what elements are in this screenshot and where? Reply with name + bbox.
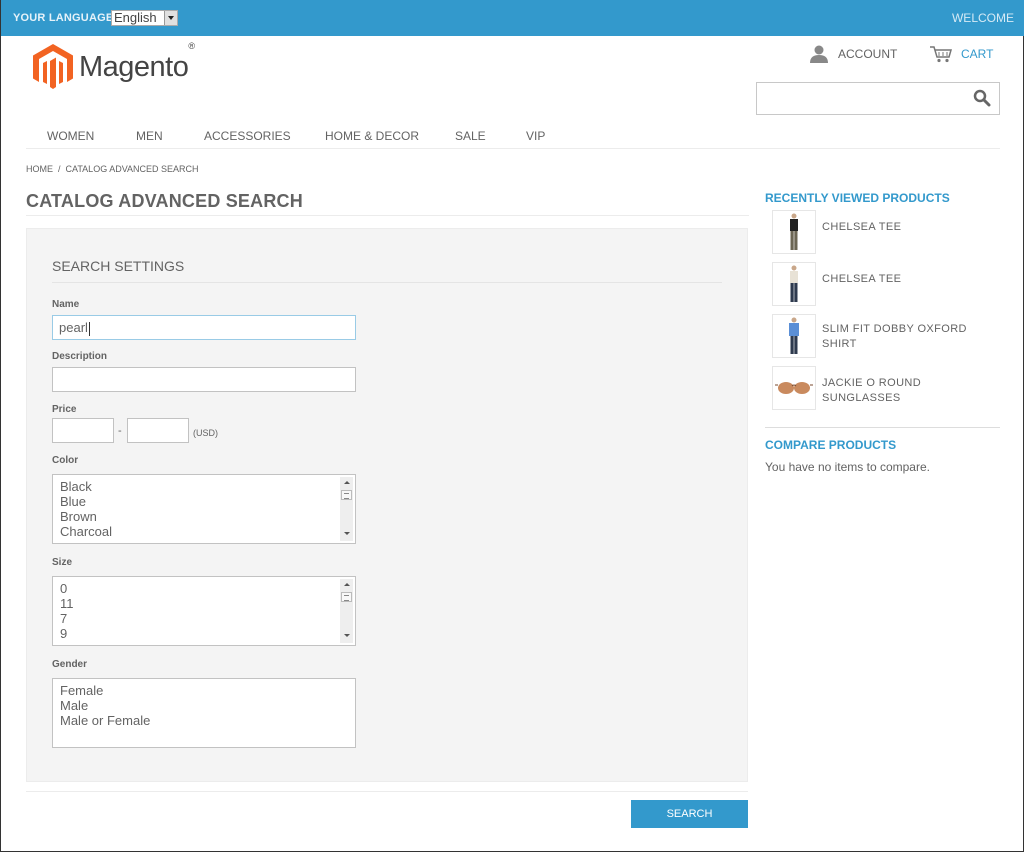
- compare-products-title: COMPARE PRODUCTS: [765, 438, 897, 452]
- size-label: Size: [52, 557, 73, 568]
- price-separator: -: [118, 425, 122, 437]
- currency-label: (USD): [193, 428, 218, 438]
- header-search-input[interactable]: [763, 83, 963, 113]
- name-label: Name: [52, 299, 80, 310]
- gender-option[interactable]: Male or Female: [60, 713, 355, 728]
- scroll-down-icon[interactable]: [344, 634, 350, 637]
- color-label: Color: [52, 455, 79, 466]
- nav-item-sale[interactable]: SALE: [455, 129, 486, 143]
- breadcrumb-separator: /: [58, 164, 61, 174]
- product-name[interactable]: CHELSEA TEE: [822, 272, 1002, 287]
- language-select[interactable]: English: [111, 10, 178, 26]
- recently-viewed-item[interactable]: CHELSEA TEE: [772, 210, 1002, 254]
- user-icon: [810, 45, 828, 63]
- recently-viewed-item[interactable]: SLIM FIT DOBBY OXFORD SHIRT: [772, 314, 1002, 358]
- account-label: ACCOUNT: [838, 47, 898, 61]
- description-label: Description: [52, 351, 108, 362]
- breadcrumb-home[interactable]: HOME: [26, 164, 53, 174]
- main-navigation: WOMEN MEN ACCESSORIES HOME & DECOR SALE …: [26, 120, 1000, 149]
- size-select[interactable]: 0 11 7 9: [52, 576, 356, 646]
- product-name[interactable]: SLIM FIT DOBBY OXFORD SHIRT: [822, 322, 1002, 352]
- text-cursor: [88, 321, 90, 336]
- breadcrumb-current: CATALOG ADVANCED SEARCH: [65, 164, 199, 174]
- white-tee-product-image[interactable]: [772, 262, 816, 306]
- cart-icon: [930, 46, 952, 63]
- name-input[interactable]: pearl: [52, 315, 356, 340]
- size-option[interactable]: 9: [60, 626, 355, 641]
- scroll-thumb[interactable]: [341, 592, 352, 602]
- price-label: Price: [52, 404, 77, 415]
- color-scrollbar[interactable]: [340, 477, 353, 541]
- recently-viewed-item[interactable]: CHELSEA TEE: [772, 262, 1002, 306]
- cart-link[interactable]: CART: [929, 45, 993, 63]
- color-option[interactable]: Charcoal: [60, 524, 355, 539]
- nav-item-accessories[interactable]: ACCESSORIES: [204, 129, 291, 143]
- divider: [26, 791, 748, 792]
- description-input[interactable]: [52, 367, 356, 392]
- color-option[interactable]: Brown: [60, 509, 355, 524]
- welcome-message: WELCOME: [951, 11, 1014, 25]
- color-option[interactable]: Blue: [60, 494, 355, 509]
- cart-label: CART: [961, 47, 994, 61]
- language-label: YOUR LANGUAGE:: [13, 12, 118, 24]
- blue-shirt-product-image[interactable]: [772, 314, 816, 358]
- size-option[interactable]: 7: [60, 611, 355, 626]
- account-link[interactable]: ACCOUNT: [809, 45, 897, 63]
- scroll-down-icon[interactable]: [344, 532, 350, 535]
- black-tee-product-image[interactable]: [772, 210, 816, 254]
- recently-viewed-item[interactable]: JACKIE O ROUND SUNGLASSES: [772, 366, 1002, 410]
- gender-label: Gender: [52, 659, 88, 670]
- nav-item-home-decor[interactable]: HOME & DECOR: [325, 129, 419, 143]
- gender-option[interactable]: Male: [60, 698, 355, 713]
- product-name[interactable]: JACKIE O ROUND SUNGLASSES: [822, 376, 1002, 406]
- search-settings-panel: SEARCH SETTINGS Name pearl Description P…: [26, 228, 748, 782]
- nav-item-women[interactable]: WOMEN: [47, 129, 94, 143]
- recently-viewed-title: RECENTLY VIEWED PRODUCTS: [765, 191, 950, 205]
- color-option[interactable]: Black: [60, 479, 355, 494]
- compare-empty-message: You have no items to compare.: [765, 460, 930, 474]
- dropdown-arrow-icon: [164, 11, 177, 25]
- header-search: [756, 82, 1000, 115]
- scroll-up-icon[interactable]: [344, 583, 350, 586]
- search-button[interactable]: SEARCH: [631, 800, 748, 828]
- sunglasses-product-image[interactable]: [772, 366, 816, 410]
- size-option[interactable]: 11: [60, 596, 355, 611]
- logo-text: Magento®: [79, 40, 195, 83]
- price-from-input[interactable]: [52, 418, 114, 443]
- divider: [765, 427, 1000, 428]
- size-option[interactable]: 0: [60, 581, 355, 596]
- size-scrollbar[interactable]: [340, 579, 353, 643]
- breadcrumb: HOME / CATALOG ADVANCED SEARCH: [26, 164, 199, 174]
- price-to-input[interactable]: [127, 418, 189, 443]
- product-name[interactable]: CHELSEA TEE: [822, 220, 1002, 235]
- search-icon[interactable]: [973, 89, 991, 107]
- scroll-thumb[interactable]: [341, 490, 352, 500]
- color-select[interactable]: Black Blue Brown Charcoal: [52, 474, 356, 544]
- top-bar: YOUR LANGUAGE: English WELCOME: [1, 0, 1024, 36]
- nav-item-men[interactable]: MEN: [136, 129, 163, 143]
- magento-logo-icon: [33, 44, 73, 89]
- nav-item-vip[interactable]: VIP: [526, 129, 545, 143]
- search-settings-title: SEARCH SETTINGS: [52, 258, 722, 283]
- language-selected-value: English: [114, 10, 157, 25]
- scroll-up-icon[interactable]: [344, 481, 350, 484]
- page-title: CATALOG ADVANCED SEARCH: [26, 191, 749, 216]
- gender-select[interactable]: Female Male Male or Female: [52, 678, 356, 748]
- logo-link[interactable]: Magento®: [33, 40, 195, 90]
- gender-option[interactable]: Female: [60, 683, 355, 698]
